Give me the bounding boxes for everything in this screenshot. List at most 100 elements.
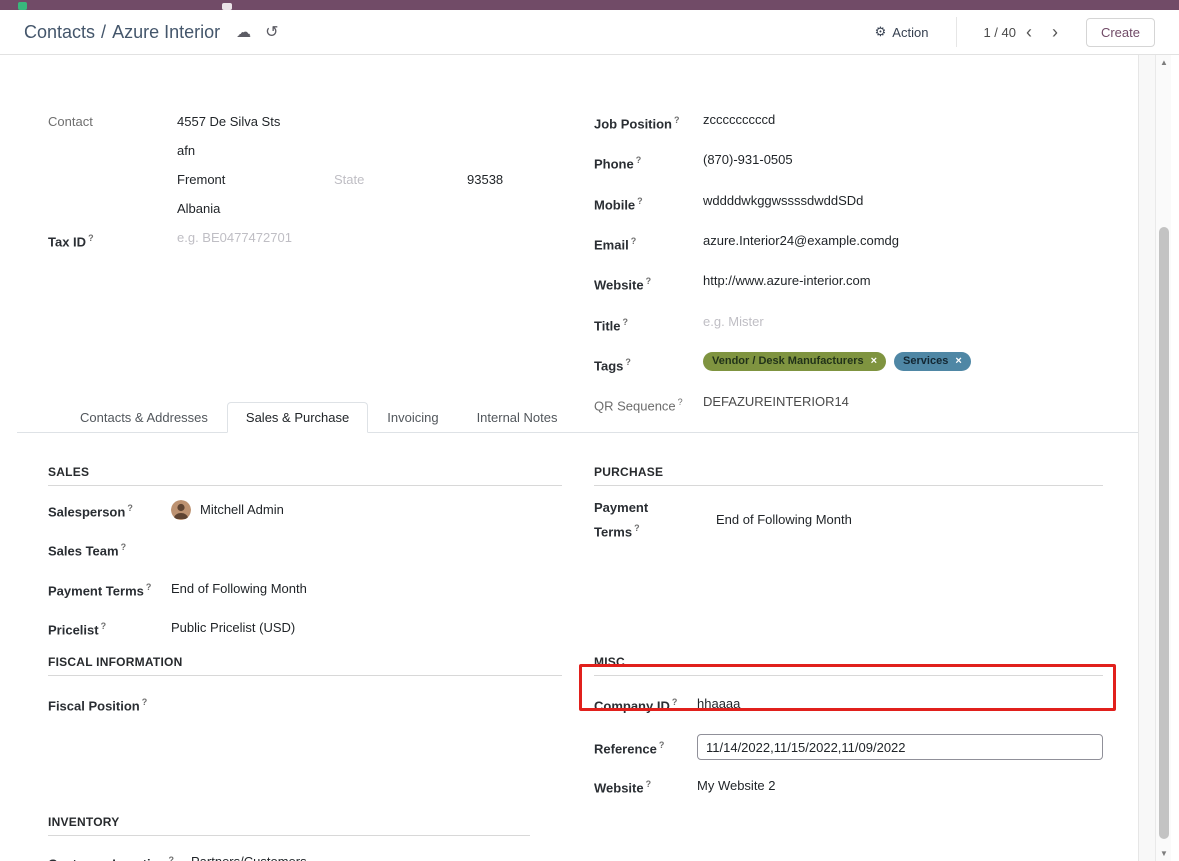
pager-previous-button[interactable]: ‹ xyxy=(1016,23,1042,41)
purchase-section: PURCHASE Payment Terms? End of Following… xyxy=(594,465,1103,542)
mobile-field[interactable]: wddddwkggwssssdwddSDd xyxy=(703,191,863,211)
purchase-payment-terms-field[interactable]: End of Following Month xyxy=(716,510,852,530)
help-icon: ? xyxy=(121,542,127,552)
breadcrumb-separator: / xyxy=(101,22,106,43)
tax-id-row: Tax ID? e.g. BE0477472701 xyxy=(48,228,563,252)
city-row: Fremont State 93538 xyxy=(48,170,563,190)
help-icon: ? xyxy=(634,523,640,533)
misc-heading: MISC xyxy=(594,655,1103,676)
tags-field[interactable]: Vendor / Desk Manufacturers× Services × xyxy=(703,352,971,371)
field-label-tax-id: Tax ID? xyxy=(48,228,177,252)
field-label-fiscal-position: Fiscal Position? xyxy=(48,692,171,716)
field-label-mobile: Mobile? xyxy=(594,191,703,215)
reference-input[interactable] xyxy=(697,734,1103,760)
customer-location-field[interactable]: Partners/Customers xyxy=(191,852,307,861)
fiscal-heading: FISCAL INFORMATION xyxy=(48,655,562,676)
pager-next-button[interactable]: › xyxy=(1042,23,1068,41)
tax-id-field[interactable]: e.g. BE0477472701 xyxy=(177,228,292,248)
help-icon: ? xyxy=(101,621,107,631)
mobile-row: Mobile? wddddwkggwssssdwddSDd xyxy=(594,191,1114,215)
country-field[interactable]: Albania xyxy=(177,199,220,219)
misc-website-field[interactable]: My Website 2 xyxy=(697,776,776,796)
field-label-payment-terms: Payment Terms? xyxy=(48,577,171,601)
apps-menu-icon[interactable] xyxy=(18,2,27,10)
pricelist-field[interactable]: Public Pricelist (USD) xyxy=(171,618,295,638)
notebook-tabbar: Contacts & Addresses Sales & Purchase In… xyxy=(17,400,1138,433)
salesperson-name: Mitchell Admin xyxy=(200,500,284,520)
help-icon: ? xyxy=(168,855,174,861)
discard-undo-icon[interactable]: ↺ xyxy=(265,22,278,42)
phone-field[interactable]: (870)-931-0505 xyxy=(703,150,793,170)
action-menu-label: Action xyxy=(892,25,928,40)
fiscal-section: FISCAL INFORMATION Fiscal Position? xyxy=(48,655,562,716)
field-label-job-position: Job Position? xyxy=(594,110,703,134)
misc-section: MISC Company ID? hhaaaa Reference? Websi… xyxy=(594,655,1103,799)
website-field[interactable]: http://www.azure-interior.com xyxy=(703,271,871,291)
pager-count: 1 / 40 xyxy=(983,25,1016,40)
breadcrumb-record-name: Azure Interior xyxy=(112,22,220,43)
tab-sales-purchase[interactable]: Sales & Purchase xyxy=(227,402,368,433)
top-navbar xyxy=(0,0,1179,10)
control-panel-right: ⚙ Action 1 / 40 ‹ › Create xyxy=(875,17,1155,47)
field-label-tags: Tags? xyxy=(594,352,703,376)
help-icon: ? xyxy=(142,697,148,707)
state-field[interactable]: State xyxy=(334,170,467,190)
help-icon: ? xyxy=(674,115,680,125)
action-menu-button[interactable]: ⚙ Action xyxy=(875,24,929,40)
tag-services[interactable]: Services × xyxy=(894,352,971,371)
salesperson-avatar xyxy=(171,500,191,520)
tag-remove-icon[interactable]: × xyxy=(955,351,961,371)
pricelist-row: Pricelist? Public Pricelist (USD) xyxy=(48,616,562,640)
tag-label: Services xyxy=(903,351,948,371)
messaging-icon[interactable] xyxy=(222,3,232,10)
field-label-reference: Reference? xyxy=(594,735,697,759)
help-icon: ? xyxy=(659,740,665,750)
save-cloud-icon[interactable]: ☁ xyxy=(236,23,251,41)
street2-field[interactable]: afn xyxy=(177,141,195,161)
help-icon: ? xyxy=(646,276,652,286)
field-label-purchase-payment-terms: Payment Terms? xyxy=(594,498,697,542)
purchase-payment-terms-row: Payment Terms? End of Following Month xyxy=(594,498,1103,542)
job-position-row: Job Position? zcccccccccd xyxy=(594,110,1114,134)
title-field[interactable]: e.g. Mister xyxy=(703,312,764,332)
help-icon: ? xyxy=(88,233,94,243)
field-label-website: Website? xyxy=(594,271,703,295)
tags-row: Tags? Vendor / Desk Manufacturers× Servi… xyxy=(594,352,1114,376)
tab-invoicing[interactable]: Invoicing xyxy=(368,402,457,433)
email-field[interactable]: azure.Interior24@example.comdg xyxy=(703,231,899,251)
gear-icon: ⚙ xyxy=(875,24,887,40)
help-icon: ? xyxy=(127,503,133,513)
city-field[interactable]: Fremont xyxy=(177,170,334,190)
tag-remove-icon[interactable]: × xyxy=(871,351,877,371)
scrollbar-thumb[interactable] xyxy=(1159,227,1169,839)
salesperson-field[interactable]: Mitchell Admin xyxy=(171,500,284,520)
sheet-gutter xyxy=(1138,55,1155,861)
sales-heading: SALES xyxy=(48,465,562,486)
sales-payment-terms-field[interactable]: End of Following Month xyxy=(171,579,307,599)
street-field[interactable]: 4557 De Silva Sts xyxy=(177,112,280,132)
record-pager: 1 / 40 ‹ › xyxy=(956,17,1068,47)
purchase-heading: PURCHASE xyxy=(594,465,1103,486)
country-row: Albania xyxy=(48,199,563,219)
create-button[interactable]: Create xyxy=(1086,18,1155,47)
job-position-field[interactable]: zcccccccccd xyxy=(703,110,775,130)
tab-internal-notes[interactable]: Internal Notes xyxy=(458,402,577,433)
scroll-up-icon[interactable]: ▲ xyxy=(1156,58,1172,67)
vertical-scrollbar[interactable]: ▲ ▼ xyxy=(1155,55,1171,861)
field-label-company-id: Company ID? xyxy=(594,692,697,716)
breadcrumb-contacts-link[interactable]: Contacts xyxy=(24,22,95,43)
customer-location-row: Customer Location? Partners/Customers xyxy=(48,850,530,861)
zip-field[interactable]: 93538 xyxy=(467,170,503,190)
company-id-field[interactable]: hhaaaa xyxy=(697,694,740,714)
tab-contacts-addresses[interactable]: Contacts & Addresses xyxy=(61,402,227,433)
field-label-sales-team: Sales Team? xyxy=(48,537,171,561)
website-row: Website? http://www.azure-interior.com xyxy=(594,271,1114,295)
help-icon: ? xyxy=(646,779,652,789)
address-column: Contact 4557 De Silva Sts afn Fremont St… xyxy=(48,112,563,261)
reference-row: Reference? xyxy=(594,734,1103,760)
scroll-down-icon[interactable]: ▼ xyxy=(1156,849,1172,858)
contact-details-column: Job Position? zcccccccccd Phone? (870)-9… xyxy=(594,110,1114,433)
breadcrumb: Contacts / Azure Interior ☁ ↺ xyxy=(24,22,279,43)
field-label-title: Title? xyxy=(594,312,703,336)
tag-vendor-desk-manufacturers[interactable]: Vendor / Desk Manufacturers× xyxy=(703,352,886,371)
